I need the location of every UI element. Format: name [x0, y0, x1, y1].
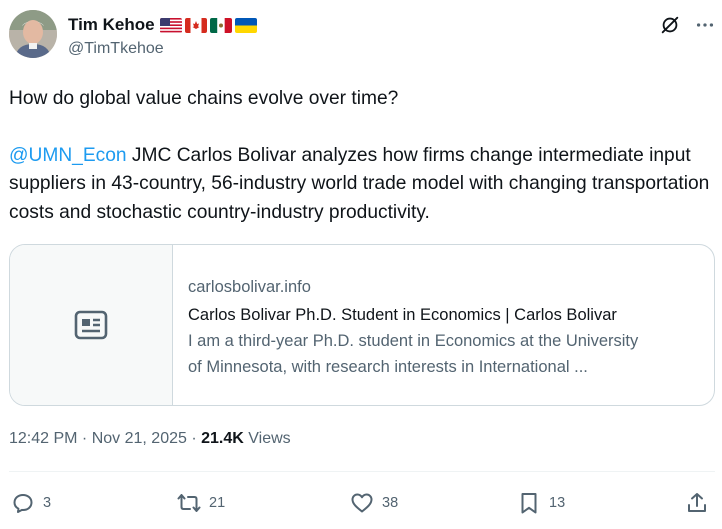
card-thumbnail [10, 245, 173, 405]
tweet-header: Tim Kehoe @TimTkehoe [9, 10, 714, 66]
heart-icon [351, 493, 373, 513]
display-name[interactable]: Tim Kehoe [68, 15, 155, 35]
share-button[interactable] [685, 486, 709, 520]
tweet-body-paragraph: @UMN_Econ JMC Carlos Bolivar analyzes ho… [9, 142, 719, 228]
card-title: Carlos Bolivar Ph.D. Student in Economic… [188, 306, 617, 324]
action-bar: 3 21 38 13 [9, 486, 715, 522]
grok-icon[interactable] [659, 14, 681, 36]
article-icon [74, 310, 108, 340]
like-count: 38 [382, 495, 399, 511]
more-options-icon[interactable] [694, 14, 716, 36]
reply-icon [13, 494, 33, 513]
repost-icon [177, 494, 201, 512]
views-count: 21.4K [201, 430, 244, 447]
us-flag-icon [159, 17, 182, 33]
bookmark-icon [521, 493, 537, 514]
tweet-time[interactable]: 12:42 PM [9, 430, 77, 448]
card-domain: carlosbolivar.info [188, 278, 311, 296]
mention-link[interactable]: @UMN_Econ [9, 145, 127, 166]
ukraine-flag-icon [234, 17, 257, 33]
card-description: I am a third-year Ph.D. student in Econo… [188, 328, 708, 380]
divider [9, 471, 715, 472]
tweet-date[interactable]: Nov 21, 2025 [92, 430, 187, 448]
flag-emojis [159, 17, 257, 33]
mexico-flag-icon [209, 17, 232, 33]
tweet-meta: 12:42 PM · Nov 21, 2025 · 21.4K Views [9, 430, 291, 448]
like-button[interactable]: 38 [350, 486, 398, 520]
bookmark-count: 13 [549, 495, 566, 511]
reply-button[interactable]: 3 [11, 486, 51, 520]
name-row: Tim Kehoe [68, 15, 257, 35]
link-preview-card[interactable]: carlosbolivar.info Carlos Bolivar Ph.D. … [9, 244, 715, 406]
repost-button[interactable]: 21 [177, 486, 225, 520]
user-handle[interactable]: @TimTkehoe [68, 40, 164, 58]
tweet-question: How do global value chains evolve over t… [9, 88, 399, 109]
card-description-line: I am a third-year Ph.D. student in Econo… [188, 332, 639, 350]
reply-count: 3 [43, 495, 52, 511]
share-icon [688, 493, 706, 512]
repost-count: 21 [209, 495, 226, 511]
meta-separator: · [77, 430, 92, 447]
tweet-text: How do global value chains evolve over t… [9, 85, 719, 227]
avatar[interactable] [9, 10, 57, 58]
card-description-line: of Minnesota, with research interests in… [188, 358, 588, 376]
card-body: carlosbolivar.info Carlos Bolivar Ph.D. … [188, 277, 708, 380]
views-label: Views [243, 430, 291, 447]
avatar-image [9, 10, 57, 58]
canada-flag-icon [184, 17, 207, 33]
meta-separator: · [186, 430, 202, 447]
bookmark-button[interactable]: 13 [517, 486, 565, 520]
